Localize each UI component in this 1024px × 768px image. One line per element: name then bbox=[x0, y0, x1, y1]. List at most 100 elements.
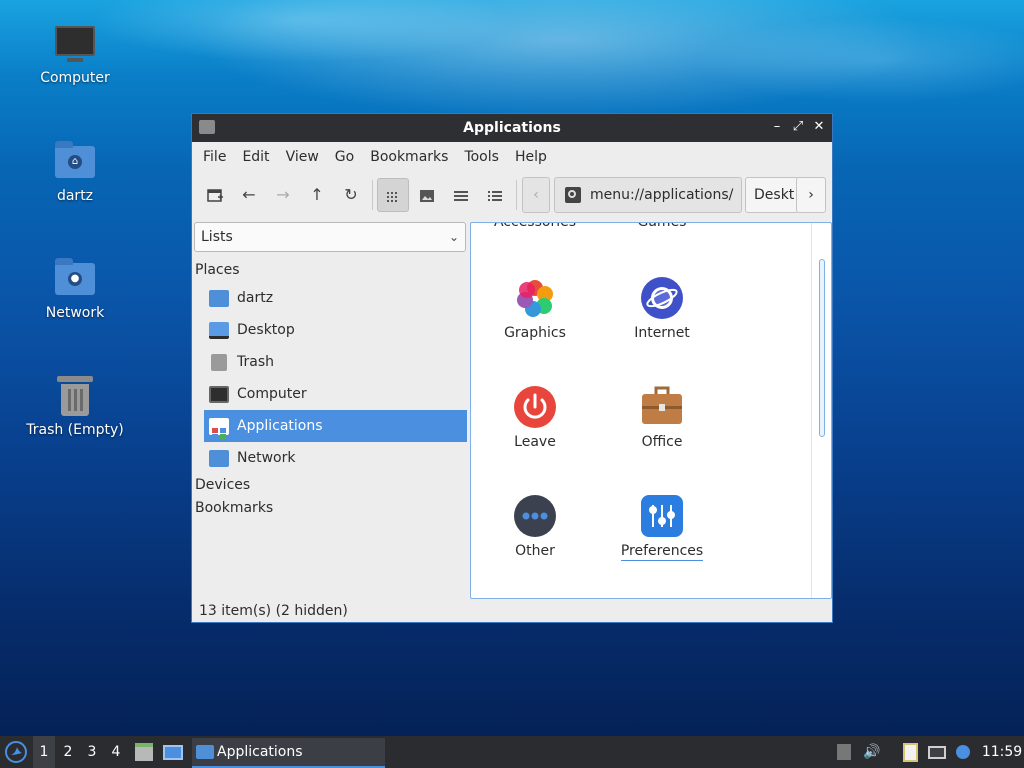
folder-item-internet[interactable]: Internet bbox=[602, 277, 722, 341]
taskbar-window-applications[interactable]: Applications bbox=[192, 738, 385, 768]
path-button-desktop[interactable]: Deskt bbox=[745, 177, 799, 213]
show-desktop-button[interactable] bbox=[161, 736, 185, 768]
sidebar-item-trash[interactable]: Trash bbox=[204, 346, 467, 378]
file-manager-window: Applications – ⤢ ✕ File Edit View Go Boo… bbox=[191, 113, 833, 623]
scrollbar-thumb[interactable] bbox=[819, 259, 825, 437]
status-bar: 13 item(s) (2 hidden) bbox=[199, 603, 348, 619]
network-wired-icon bbox=[928, 745, 946, 759]
icon-view-button[interactable] bbox=[377, 178, 409, 212]
trash-icon bbox=[211, 354, 227, 371]
item-label: Office bbox=[641, 434, 683, 450]
sidebar-item-label: Applications bbox=[237, 418, 323, 434]
item-label: Graphics bbox=[504, 325, 566, 341]
desktop-icon bbox=[209, 322, 229, 339]
new-tab-icon bbox=[207, 188, 223, 202]
sidebar-item-label: Network bbox=[237, 450, 296, 466]
sidebar-item-applications[interactable]: Applications bbox=[204, 410, 467, 442]
path-button-applications[interactable]: menu://applications/ bbox=[554, 177, 742, 213]
desktop-icon-label: dartz bbox=[56, 188, 94, 204]
desktop-icon-label: Network bbox=[45, 305, 105, 321]
combo-value: Lists bbox=[201, 229, 233, 245]
clipboard-button[interactable] bbox=[899, 736, 921, 768]
internet-icon bbox=[641, 277, 683, 319]
folder-item-other[interactable]: Other bbox=[475, 495, 595, 559]
path-scroll-left-button[interactable]: ‹ bbox=[522, 177, 550, 213]
file-manager-launcher[interactable] bbox=[133, 736, 155, 768]
back-button[interactable]: ← bbox=[234, 178, 264, 212]
update-notifier-button[interactable] bbox=[952, 736, 974, 768]
window-title: Applications bbox=[463, 120, 561, 136]
menu-go[interactable]: Go bbox=[327, 149, 362, 165]
desktop-icon-label: Computer bbox=[40, 70, 110, 86]
item-label: Other bbox=[515, 543, 555, 559]
menu-file[interactable]: File bbox=[195, 149, 234, 165]
folder-item-preferences[interactable]: Preferences bbox=[602, 495, 722, 561]
sidebar-item-desktop[interactable]: Desktop bbox=[204, 314, 467, 346]
arrow-up-icon: ↑ bbox=[310, 185, 324, 204]
workspace-3-button[interactable]: 3 bbox=[81, 736, 103, 768]
desktop-icon-label: Trash (Empty) bbox=[26, 422, 124, 438]
folder-item-graphics[interactable]: Graphics bbox=[475, 277, 595, 341]
desktop-icon bbox=[163, 744, 183, 760]
desktop-icon-home[interactable]: ⌂ dartz bbox=[15, 140, 135, 204]
workspace-1-button[interactable]: 1 bbox=[33, 736, 55, 768]
bookmarks-header[interactable]: Bookmarks bbox=[195, 500, 273, 516]
minimize-button[interactable]: – bbox=[768, 118, 786, 136]
reload-button[interactable]: ↻ bbox=[336, 178, 366, 212]
devices-header[interactable]: Devices bbox=[195, 477, 250, 493]
menu-view[interactable]: View bbox=[278, 149, 327, 165]
scrollbar[interactable] bbox=[811, 223, 831, 598]
computer-icon bbox=[53, 22, 97, 66]
lubuntu-logo-icon bbox=[5, 741, 27, 763]
toolbar: ← → ↑ ↻ ‹ menu://applications/ Deskt › bbox=[192, 172, 832, 218]
desktop-icon-network[interactable]: ● Network bbox=[15, 257, 135, 321]
network-tray-button[interactable] bbox=[926, 736, 948, 768]
item-label: Accessories bbox=[493, 222, 577, 230]
places-header[interactable]: Places bbox=[195, 262, 240, 278]
volume-icon: 🔊 bbox=[863, 744, 881, 760]
forward-button[interactable]: → bbox=[268, 178, 298, 212]
chevron-down-icon: ⌄ bbox=[448, 230, 459, 244]
sidebar-item-computer[interactable]: Computer bbox=[204, 378, 467, 410]
details-icon bbox=[488, 190, 502, 201]
path-label: menu://applications/ bbox=[590, 187, 734, 203]
search-icon bbox=[565, 187, 581, 203]
menu-edit[interactable]: Edit bbox=[234, 149, 277, 165]
workspace-2-button[interactable]: 2 bbox=[57, 736, 79, 768]
desktop-icon-trash[interactable]: Trash (Empty) bbox=[15, 374, 135, 438]
menu-tools[interactable]: Tools bbox=[456, 149, 507, 165]
up-button[interactable]: ↑ bbox=[302, 178, 332, 212]
new-tab-button[interactable] bbox=[200, 178, 230, 212]
window-titlebar[interactable]: Applications – ⤢ ✕ bbox=[192, 114, 832, 142]
sidebar-item-home[interactable]: dartz bbox=[204, 282, 467, 314]
briefcase-icon bbox=[641, 386, 683, 428]
applications-icon bbox=[209, 418, 229, 439]
menu-bookmarks[interactable]: Bookmarks bbox=[362, 149, 456, 165]
list-icon bbox=[454, 190, 468, 201]
workspace-4-button[interactable]: 4 bbox=[105, 736, 127, 768]
clock[interactable]: 11:59 bbox=[980, 736, 1024, 768]
compact-view-button[interactable] bbox=[446, 178, 476, 212]
side-pane-mode-select[interactable]: Lists ⌄ bbox=[194, 222, 466, 252]
sidebar-item-label: Desktop bbox=[237, 322, 295, 338]
folder-item-office[interactable]: Office bbox=[602, 386, 722, 450]
item-label: Games bbox=[637, 222, 687, 230]
menu-help[interactable]: Help bbox=[507, 149, 555, 165]
start-menu-button[interactable] bbox=[0, 736, 32, 768]
toolbar-separator bbox=[372, 180, 373, 210]
thumbnail-view-button[interactable] bbox=[412, 178, 442, 212]
home-folder-icon: ⌂ bbox=[53, 140, 97, 184]
close-button[interactable]: ✕ bbox=[810, 118, 828, 136]
tray-expand-button[interactable] bbox=[834, 736, 854, 768]
power-icon bbox=[514, 386, 556, 428]
maximize-button[interactable]: ⤢ bbox=[789, 118, 807, 136]
sidebar-item-network[interactable]: Network bbox=[204, 442, 467, 474]
preferences-icon bbox=[641, 495, 683, 537]
folder-item-leave[interactable]: Leave bbox=[475, 386, 595, 450]
detailed-view-button[interactable] bbox=[480, 178, 510, 212]
file-view[interactable]: Accessories Games Graphics Internet Leav… bbox=[470, 222, 832, 599]
path-scroll-right-button[interactable]: › bbox=[796, 177, 826, 213]
trash-icon bbox=[53, 374, 97, 418]
desktop-icon-computer[interactable]: Computer bbox=[15, 22, 135, 86]
volume-button[interactable]: 🔊 bbox=[861, 736, 883, 768]
